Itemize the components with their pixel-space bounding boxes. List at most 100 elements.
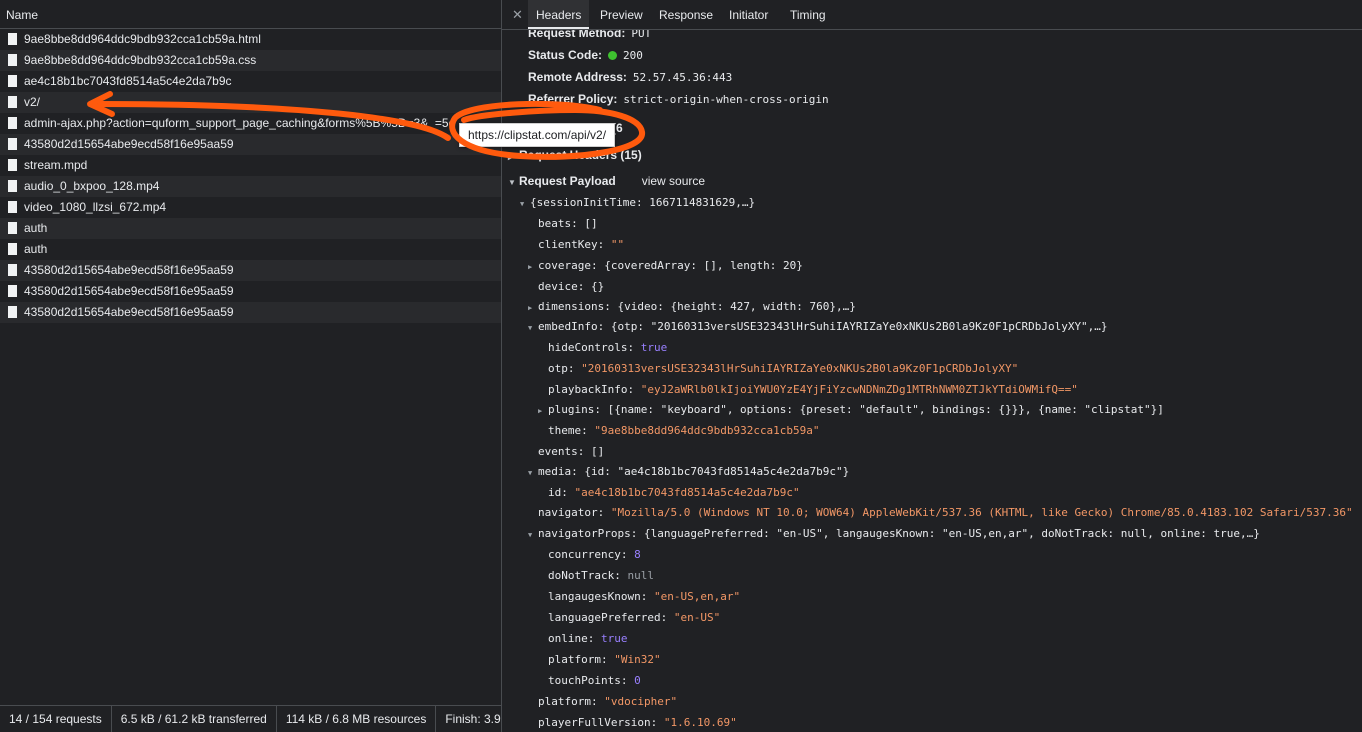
payload-concurrency: concurrency: 8 — [548, 548, 641, 561]
document-icon — [8, 180, 17, 192]
payload-coverage[interactable]: ▶ coverage: {coveredArray: [], length: 20… — [528, 259, 803, 272]
url-tooltip: https://clipstat.com/api/v2/ — [459, 123, 616, 147]
resources-size: 114 kB / 6.8 MB resources — [277, 706, 437, 732]
payload-dimensions[interactable]: ▶ dimensions: {video: {height: 427, width… — [528, 300, 856, 313]
request-row[interactable]: 43580d2d15654abe9ecd58f16e95aa59 — [0, 281, 501, 302]
document-icon — [8, 222, 17, 234]
request-name: admin-ajax.php?action=quform_support_pag… — [24, 116, 455, 130]
document-icon — [8, 54, 17, 66]
payload-platform-win: platform: "Win32" — [548, 653, 661, 666]
expand-triangle-icon: ▶ — [528, 304, 533, 312]
close-icon[interactable]: ✕ — [512, 7, 523, 23]
document-icon — [8, 243, 17, 255]
request-name: video_1080_llzsi_672.mp4 — [24, 200, 167, 214]
expand-triangle-icon: ▶ — [528, 263, 533, 271]
request-list: 9ae8bbe8dd964ddc9bdb932cca1cb59a.html 9a… — [0, 29, 501, 323]
payload-device: device: {} — [538, 280, 605, 293]
payload-events: events: [] — [538, 445, 605, 458]
referrer-policy-row: Referrer Policy: strict-origin-when-cross… — [528, 92, 829, 106]
payload-languagepreferred: languagePreferred: "en-US" — [548, 611, 721, 624]
request-row[interactable]: ae4c18b1bc7043fd8514a5c4e2da7b9c — [0, 71, 501, 92]
request-count: 14 / 154 requests — [0, 706, 112, 732]
request-name: 43580d2d15654abe9ecd58f16e95aa59 — [24, 263, 234, 277]
collapse-triangle-icon: ▼ — [508, 178, 516, 187]
payload-platform: platform: "vdocipher" — [538, 695, 678, 708]
request-row[interactable]: video_1080_llzsi_672.mp4 — [0, 197, 501, 218]
request-name: v2/ — [24, 95, 41, 109]
request-name: auth — [24, 242, 48, 256]
request-name: 43580d2d15654abe9ecd58f16e95aa59 — [24, 284, 234, 298]
payload-embedinfo[interactable]: ▼ embedInfo: {otp: "20160313versUSE32343l… — [528, 320, 1108, 333]
request-name: 43580d2d15654abe9ecd58f16e95aa59 — [24, 305, 234, 319]
document-icon — [8, 117, 17, 129]
tab-preview[interactable]: Preview — [600, 0, 643, 29]
request-name: 9ae8bbe8dd964ddc9bdb932cca1cb59a.css — [24, 53, 257, 67]
payload-navigator: navigator: "Mozilla/5.0 (Windows NT 10.0… — [538, 506, 1353, 519]
document-icon — [8, 201, 17, 213]
payload-navigatorprops[interactable]: ▼ navigatorProps: {languagePreferred: "en… — [528, 527, 1260, 540]
tab-timing[interactable]: Timing — [790, 0, 826, 29]
request-row[interactable]: v2/ — [0, 92, 501, 113]
view-source-link[interactable]: view source — [642, 174, 705, 188]
referrer-policy-label: Referrer Policy: — [528, 92, 618, 106]
collapse-triangle-icon: ▼ — [528, 531, 533, 539]
request-row[interactable]: 43580d2d15654abe9ecd58f16e95aa59 — [0, 302, 501, 323]
request-name: 9ae8bbe8dd964ddc9bdb932cca1cb59a.html — [24, 32, 261, 46]
status-code-value: 200 — [623, 49, 643, 62]
collapse-triangle-icon: ▼ — [528, 324, 533, 332]
request-row[interactable]: 9ae8bbe8dd964ddc9bdb932cca1cb59a.html — [0, 29, 501, 50]
request-payload-section[interactable]: ▼ Request Payload view source — [508, 174, 705, 188]
request-name: audio_0_bxpoo_128.mp4 — [24, 179, 160, 193]
payload-playerfullversion: playerFullVersion: "1.6.10.69" — [538, 716, 737, 729]
payload-root[interactable]: ▼ {sessionInitTime: 1667114831629,…} — [520, 196, 755, 209]
document-icon — [8, 285, 17, 297]
remote-address-label: Remote Address: — [528, 70, 627, 84]
payload-online: online: true — [548, 632, 628, 645]
network-request-panel: Name 9ae8bbe8dd964ddc9bdb932cca1cb59a.ht… — [0, 0, 502, 732]
request-row[interactable]: admin-ajax.php?action=quform_support_pag… — [0, 113, 501, 134]
payload-otp: otp: "20160313versUSE32343lHrSuhiIAYRIZa… — [548, 362, 1019, 375]
payload-media[interactable]: ▼ media: {id: "ae4c18b1bc7043fd8514a5c4e2… — [528, 465, 849, 478]
collapse-triangle-icon: ▼ — [520, 200, 525, 208]
request-row[interactable]: auth — [0, 239, 501, 260]
payload-media-id: id: "ae4c18b1bc7043fd8514a5c4e2da7b9c" — [548, 486, 800, 499]
payload-langaugesknown: langaugesKnown: "en-US,en,ar" — [548, 590, 741, 603]
tab-headers[interactable]: Headers — [528, 0, 590, 29]
request-row[interactable]: audio_0_bxpoo_128.mp4 — [0, 176, 501, 197]
payload-playbackinfo: playbackInfo: "eyJ2aWRlb0lkIjoiYWU0YzE4Y… — [548, 383, 1078, 396]
payload-donottrack: doNotTrack: null — [548, 569, 654, 582]
status-code-row: Status Code: 200 — [528, 48, 643, 62]
payload-touchpoints: touchPoints: 0 — [548, 674, 641, 687]
tab-response[interactable]: Response — [659, 0, 713, 29]
payload-theme: theme: "9ae8bbe8dd964ddc9bdb932cca1cb59a… — [548, 424, 820, 437]
payload-plugins[interactable]: ▶ plugins: [{name: "keyboard", options: {… — [538, 403, 1164, 416]
details-tab-bar: ✕ Headers Preview Response Initiator Tim… — [502, 0, 1362, 30]
request-row[interactable]: stream.mpd — [0, 155, 501, 176]
document-icon — [8, 306, 17, 318]
payload-hidecontrols: hideControls: true — [548, 341, 668, 354]
request-details-panel: Request Method: PUT Status Code: 200 Remot… — [502, 0, 1362, 732]
request-row[interactable]: 9ae8bbe8dd964ddc9bdb932cca1cb59a.css — [0, 50, 501, 71]
referrer-policy-value: strict-origin-when-cross-origin — [623, 93, 829, 106]
request-name: 43580d2d15654abe9ecd58f16e95aa59 — [24, 137, 234, 151]
request-name: ae4c18b1bc7043fd8514a5c4e2da7b9c — [24, 74, 232, 88]
status-ok-dot-icon — [608, 51, 618, 60]
request-row[interactable]: auth — [0, 218, 501, 239]
expand-triangle-icon: ▶ — [538, 407, 543, 415]
payload-clientkey: clientKey: "" — [538, 238, 625, 251]
request-name: auth — [24, 221, 48, 235]
tab-initiator[interactable]: Initiator — [729, 0, 768, 29]
request-row[interactable]: 43580d2d15654abe9ecd58f16e95aa59 — [0, 260, 501, 281]
collapse-triangle-icon: ▼ — [528, 469, 533, 477]
request-row[interactable]: 43580d2d15654abe9ecd58f16e95aa59 — [0, 134, 501, 155]
document-icon — [8, 264, 17, 276]
status-code-label: Status Code: — [528, 48, 603, 62]
document-icon — [8, 138, 17, 150]
finish-time: Finish: 3.9 m — [445, 712, 501, 726]
payload-beats: beats: [] — [538, 217, 598, 230]
name-column-header[interactable]: Name — [0, 0, 501, 29]
document-icon — [8, 75, 17, 87]
document-icon — [8, 96, 17, 108]
request-headers-section[interactable]: ▶ Request Headers (15) — [508, 148, 642, 162]
remote-address-row: Remote Address: 52.57.45.36:443 — [528, 70, 732, 84]
